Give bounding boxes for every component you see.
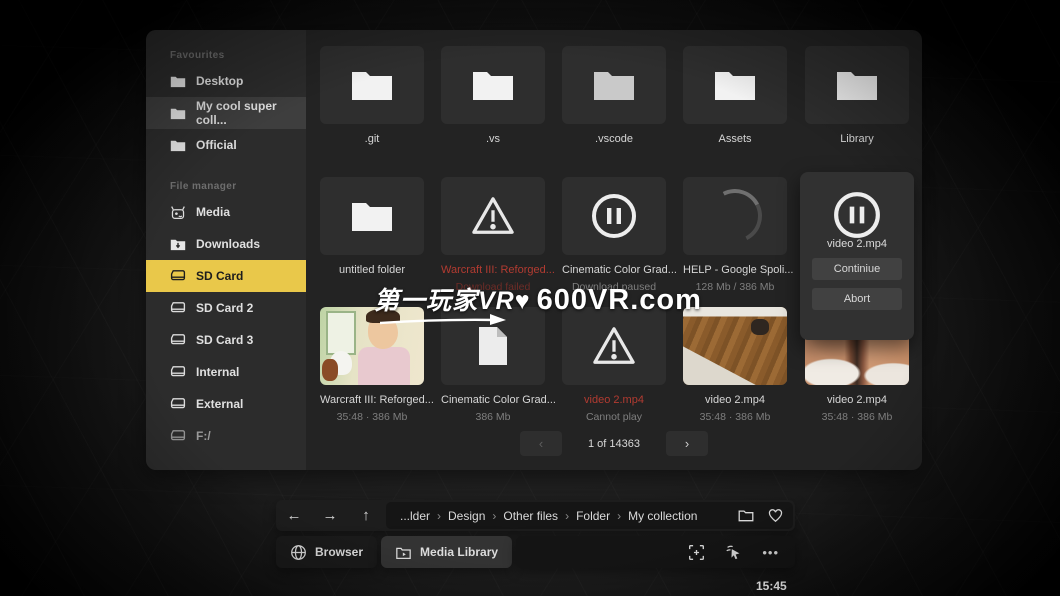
thumbnail-cartoon [320,307,424,385]
tab-media-library[interactable]: Media Library [381,536,512,568]
breadcrumb-segment[interactable]: My collection [628,509,697,523]
sidebar-item-internal[interactable]: Internal [146,356,306,388]
pagination: ‹ 1 of 14363 › [306,431,922,456]
clock: 15:45 [756,579,787,593]
folder-icon [350,68,394,102]
breadcrumb-separator: › [492,509,496,523]
warning-icon [591,325,637,367]
pause-icon [832,190,882,240]
file-tile-warcraft-video[interactable]: Warcraft III: Reforged... 35:48 · 386 Mb [320,307,424,423]
folder-icon [170,139,186,152]
sidebar-item-my-cool-super-collection[interactable]: My cool super coll... [146,97,306,129]
file-tile-cinematic-paused[interactable]: Cinematic Color Grad... Download paused [562,177,666,293]
up-button[interactable]: ↑ [348,507,384,524]
downloads-folder-icon [170,238,186,251]
sidebar-item-f-drive[interactable]: F:/ [146,420,306,452]
loading-spinner-icon [701,182,769,250]
breadcrumb-separator: › [565,509,569,523]
recenter-button[interactable] [688,544,705,561]
breadcrumb-segment[interactable]: Folder [576,509,610,523]
pointer-icon [725,544,742,561]
file-tile-untitled-folder[interactable]: untitled folder [320,177,424,276]
drive-icon [170,301,186,315]
pause-icon [590,192,638,240]
sidebar-item-media[interactable]: Media [146,196,306,228]
back-button[interactable]: ← [276,507,312,524]
folder-icon [350,199,394,233]
breadcrumb-separator: › [617,509,621,523]
tab-bar: Browser Media Library ••• [276,536,795,568]
thumbnail-wood-floor [683,307,787,385]
folder-icon [592,68,636,102]
file-tile-help-downloading[interactable]: HELP - Google Spoli... 128 Mb / 386 Mb [683,177,787,293]
folder-icon [170,107,186,120]
warning-icon [470,195,516,237]
sidebar: Favourites Desktop My cool super coll...… [146,30,306,470]
arrow-left-icon: ← [287,507,302,524]
arrow-up-icon: ↑ [362,507,370,524]
breadcrumb-segment[interactable]: Other files [503,509,558,523]
file-tile-git[interactable]: .git [320,46,424,145]
sidebar-item-external[interactable]: External [146,388,306,420]
sidebar-item-desktop[interactable]: Desktop [146,65,306,97]
heart-icon [768,509,783,523]
sidebar-item-official[interactable]: Official [146,129,306,161]
file-tile-assets[interactable]: Assets [683,46,787,145]
tab-browser[interactable]: Browser [276,536,377,568]
file-tile-video2-wood[interactable]: video 2.mp4 35:48 · 386 Mb [683,307,787,423]
file-tile-library[interactable]: Library [805,46,909,145]
tab-bar-actions: ••• [516,536,795,568]
media-library-icon [395,545,412,560]
folder-outline-icon [738,509,754,522]
more-options-button[interactable]: ••• [762,546,779,559]
file-tile-cinematic-file[interactable]: Cinematic Color Grad... 386 Mb [441,307,545,423]
file-tile-warcraft-failed[interactable]: Warcraft III: Reforged... Download faile… [441,177,545,293]
vr-screen: Favourites Desktop My cool super coll...… [0,0,1060,596]
breadcrumb: ...lder › Design › Other files › Folder … [386,502,793,529]
navigation-bar: ← → ↑ ...lder › Design › Other files › F… [276,500,795,531]
document-icon [475,325,511,367]
chevron-right-icon: › [685,436,689,451]
globe-icon [290,544,307,561]
download-popup: video 2.mp4 Continiue Abort [800,172,914,340]
file-manager-panel: Favourites Desktop My cool super coll...… [146,30,922,470]
file-tile-video2-cannot-play[interactable]: video 2.mp4 Cannot play [562,307,666,423]
file-tile-vs[interactable]: .vs [441,46,545,145]
drive-icon [170,429,186,443]
arrow-right-icon: → [323,507,338,524]
folder-icon [170,75,186,88]
sidebar-item-sd-card[interactable]: SD Card [146,260,306,292]
sidebar-section-favourites: Favourites [170,50,306,61]
page-indicator: 1 of 14363 [588,438,640,450]
sidebar-item-sd-card-2[interactable]: SD Card 2 [146,292,306,324]
next-page-button[interactable]: › [666,431,708,456]
forward-button[interactable]: → [312,507,348,524]
recenter-icon [688,544,705,561]
new-folder-button[interactable] [738,509,754,522]
continue-button[interactable]: Continiue [812,258,902,280]
abort-button[interactable]: Abort [812,288,902,310]
sidebar-section-file-manager: File manager [170,181,306,192]
breadcrumb-segment[interactable]: ...lder [400,509,430,523]
folder-icon [835,68,879,102]
sidebar-item-downloads[interactable]: Downloads [146,228,306,260]
chevron-left-icon: ‹ [539,436,543,451]
favourite-button[interactable] [768,509,783,523]
robot-media-icon [170,205,186,220]
drive-icon [170,269,186,283]
drive-icon [170,333,186,347]
breadcrumb-segment[interactable]: Design [448,509,485,523]
prev-page-button[interactable]: ‹ [520,431,562,456]
breadcrumb-separator: › [437,509,441,523]
folder-icon [471,68,515,102]
drive-icon [170,397,186,411]
file-tile-vscode[interactable]: .vscode [562,46,666,145]
sidebar-item-sd-card-3[interactable]: SD Card 3 [146,324,306,356]
folder-icon [713,68,757,102]
pointer-button[interactable] [725,544,742,561]
drive-icon [170,365,186,379]
